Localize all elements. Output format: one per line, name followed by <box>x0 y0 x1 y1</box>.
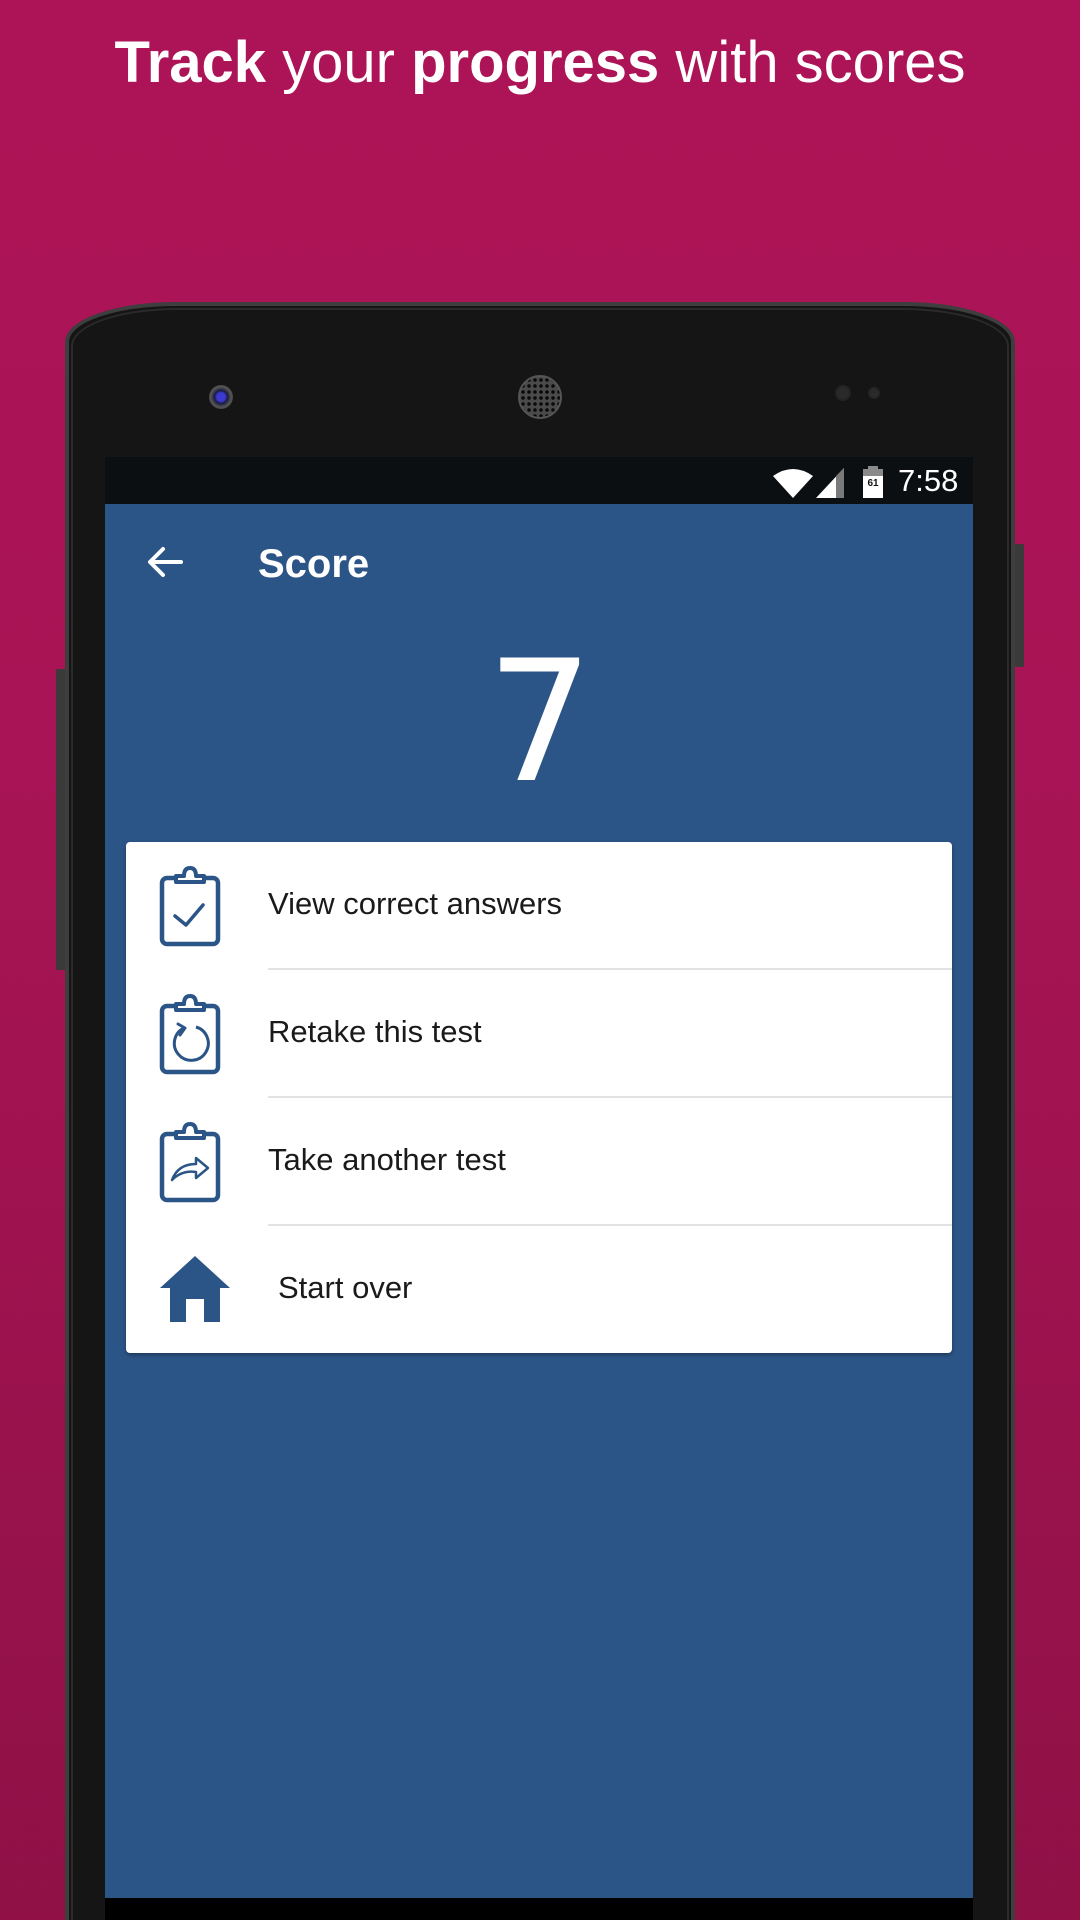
proximity-sensor <box>835 385 851 401</box>
menu-item-label: Take another test <box>268 1142 506 1177</box>
clipboard-check-icon <box>158 864 222 948</box>
home-icon <box>160 1256 230 1322</box>
menu-item-view-correct-answers[interactable]: View correct answers <box>126 842 952 970</box>
wifi-icon <box>773 468 813 503</box>
headline-part: with scores <box>659 30 966 95</box>
arrow-back-icon <box>147 546 183 583</box>
headline-part: your <box>266 30 412 95</box>
menu-item-take-another-test[interactable]: Take another test <box>126 1098 952 1226</box>
promo-headline: Track your progress with scores <box>0 28 1080 98</box>
menu-item-retake-test[interactable]: Retake this test <box>126 970 952 1098</box>
page-title: Score <box>258 542 370 586</box>
menu-item-label: View correct answers <box>268 886 563 921</box>
power-button <box>1015 544 1024 667</box>
menu-item-label: Retake this test <box>268 1014 482 1049</box>
phone-screen: 61 7:58 Score 7 View correct answers Ret… <box>105 457 973 1920</box>
app-bar: Score <box>105 504 973 624</box>
status-bar: 61 7:58 <box>105 457 973 504</box>
battery-level: 61 <box>867 478 879 489</box>
battery-icon: 61 <box>862 466 884 503</box>
navigation-bar <box>105 1898 973 1920</box>
headline-part: progress <box>411 30 660 95</box>
score-actions-card: View correct answers Retake this test Ta… <box>126 842 952 1353</box>
front-camera <box>209 385 233 409</box>
headline-part: Track <box>114 30 267 95</box>
light-sensor <box>868 387 880 399</box>
cell-signal-icon <box>816 468 844 503</box>
clipboard-refresh-icon <box>158 992 222 1076</box>
clipboard-forward-icon <box>158 1120 222 1204</box>
back-button[interactable] <box>141 540 189 588</box>
menu-item-label: Start over <box>278 1270 413 1305</box>
earpiece-speaker <box>518 375 562 419</box>
score-value: 7 <box>486 624 594 820</box>
menu-item-start-over[interactable]: Start over <box>126 1226 952 1354</box>
status-time: 7:58 <box>898 463 959 498</box>
